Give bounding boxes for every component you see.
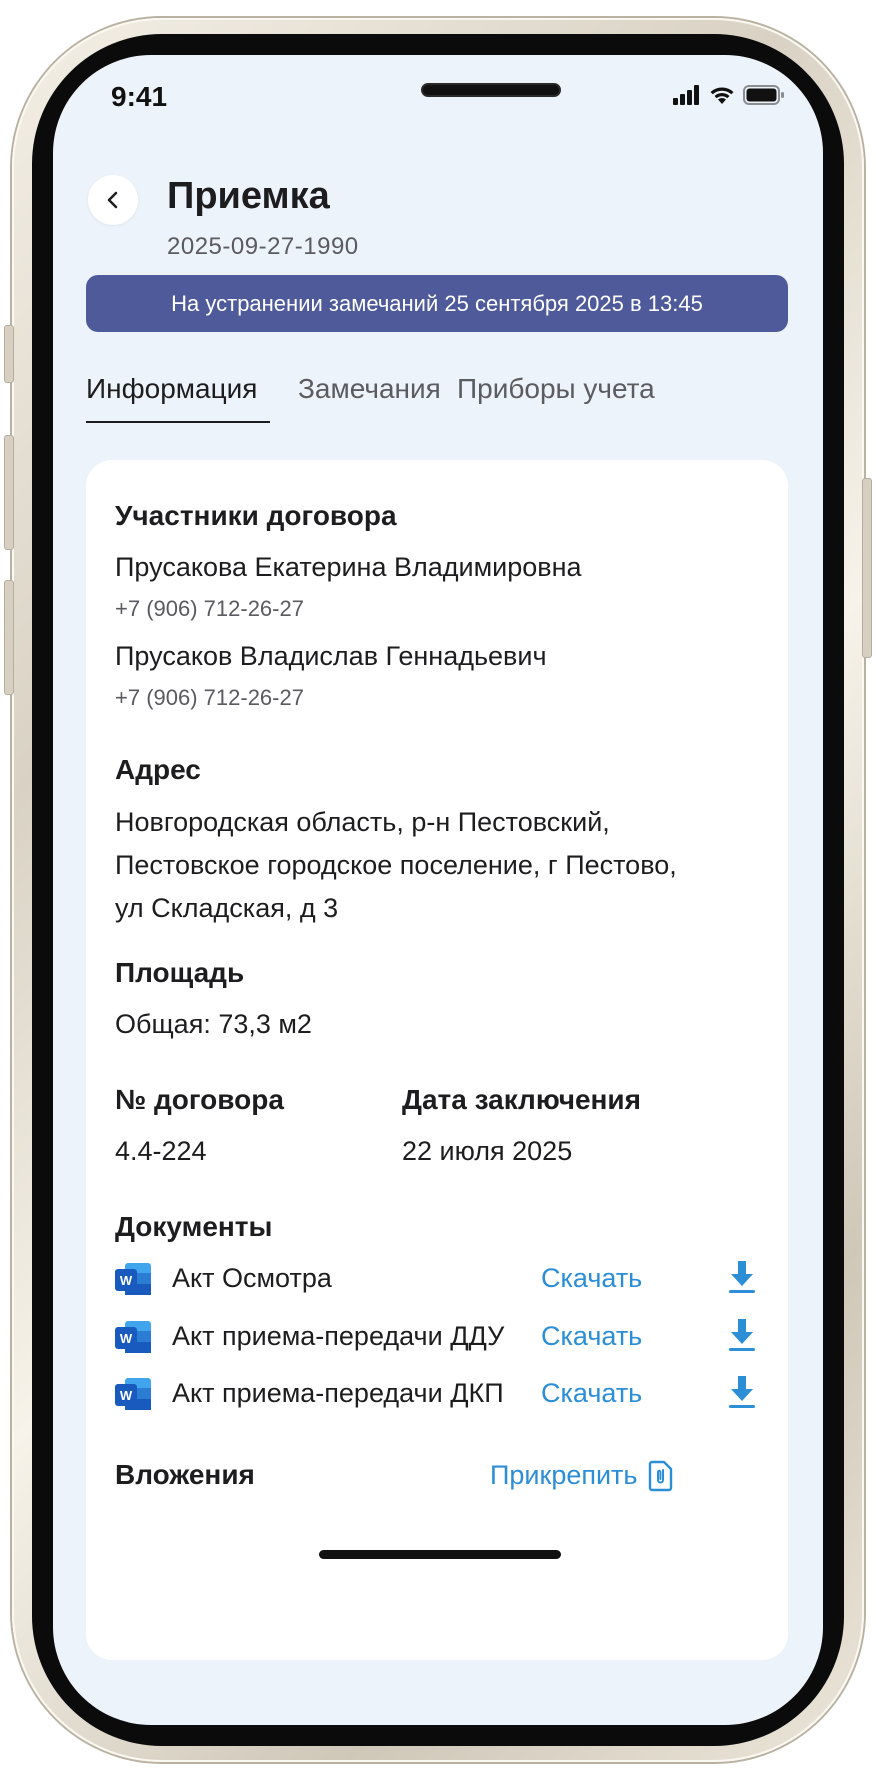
back-button[interactable]: [88, 175, 138, 225]
status-bar: 9:41: [53, 55, 823, 155]
word-doc-icon: W: [115, 1321, 151, 1353]
participant-phone[interactable]: +7 (906) 712-26-27: [115, 596, 304, 622]
document-row: W Акт приема-передачи ДКП Скачать: [115, 1372, 765, 1418]
attachments-title: Вложения: [115, 1459, 255, 1490]
download-link[interactable]: Скачать: [541, 1378, 642, 1409]
tab-remarks[interactable]: Замечания: [298, 373, 441, 405]
side-button: [4, 325, 14, 383]
home-indicator[interactable]: [319, 1550, 561, 1559]
area-title: Площадь: [115, 957, 245, 988]
address-line: ул Складская, д 3: [115, 893, 339, 923]
participant-name: Прусаков Владислав Геннадьевич: [115, 641, 547, 671]
svg-text:W: W: [120, 1273, 133, 1288]
status-banner: На устранении замечаний 25 сентября 2025…: [86, 275, 788, 332]
attach-button[interactable]: Прикрепить: [490, 1460, 638, 1491]
participant-phone[interactable]: +7 (906) 712-26-27: [115, 685, 304, 711]
contract-date-label: Дата заключения: [402, 1084, 641, 1115]
document-row: W Акт приема-передачи ДДУ Скачать: [115, 1315, 765, 1361]
chevron-left-icon: [107, 191, 118, 209]
participant-name: Прусакова Екатерина Владимировна: [115, 552, 582, 582]
address-line: Новгородская область, р-н Пестовский,: [115, 807, 610, 837]
wifi-icon: [710, 87, 734, 104]
info-card: Участники договора Прусакова Екатерина В…: [86, 460, 788, 1660]
tab-meters[interactable]: Приборы учета: [457, 373, 655, 405]
download-link[interactable]: Скачать: [541, 1321, 642, 1352]
power-button: [862, 478, 872, 658]
tab-information[interactable]: Информация: [86, 373, 257, 405]
volume-down-button: [4, 580, 14, 695]
word-doc-icon: W: [115, 1378, 151, 1410]
page-subtitle: 2025-09-27-1990: [167, 233, 359, 260]
contract-number-label: № договора: [115, 1084, 284, 1115]
tab-bar: Информация Замечания Приборы учета: [86, 365, 788, 425]
document-name: Акт Осмотра: [172, 1263, 332, 1293]
cellular-signal-icon: [673, 85, 699, 105]
address-title: Адрес: [115, 754, 201, 785]
volume-up-button: [4, 435, 14, 550]
status-time: 9:41: [111, 81, 168, 112]
document-row: W Акт Осмотра Скачать: [115, 1257, 765, 1303]
address-text: Новгородская область, р-н Пестовский, Пе…: [115, 801, 755, 930]
document-name: Акт приема-передачи ДКП: [172, 1378, 504, 1408]
page-title: Приемка: [167, 175, 330, 217]
active-tab-indicator: [86, 421, 270, 423]
paperclip-doc-icon[interactable]: [648, 1460, 674, 1492]
svg-text:W: W: [120, 1331, 133, 1346]
participants-title: Участники договора: [115, 500, 397, 531]
address-line: Пестовское городское поселение, г Пестов…: [115, 850, 677, 880]
app-screen: 9:41 Приемка 2025-09-27-1990 На устранен…: [53, 55, 823, 1725]
svg-text:W: W: [120, 1388, 133, 1403]
download-icon[interactable]: [727, 1259, 757, 1295]
battery-icon: [743, 85, 784, 105]
area-value: Общая: 73,3 м2: [115, 1009, 312, 1039]
word-doc-icon: W: [115, 1263, 151, 1295]
download-link[interactable]: Скачать: [541, 1263, 642, 1294]
contract-number: 4.4-224: [115, 1136, 207, 1166]
document-name: Акт приема-передачи ДДУ: [172, 1321, 505, 1351]
download-icon[interactable]: [727, 1317, 757, 1353]
status-icons: [673, 85, 785, 105]
documents-title: Документы: [115, 1211, 273, 1242]
contract-date: 22 июля 2025: [402, 1136, 573, 1166]
download-icon[interactable]: [727, 1374, 757, 1410]
